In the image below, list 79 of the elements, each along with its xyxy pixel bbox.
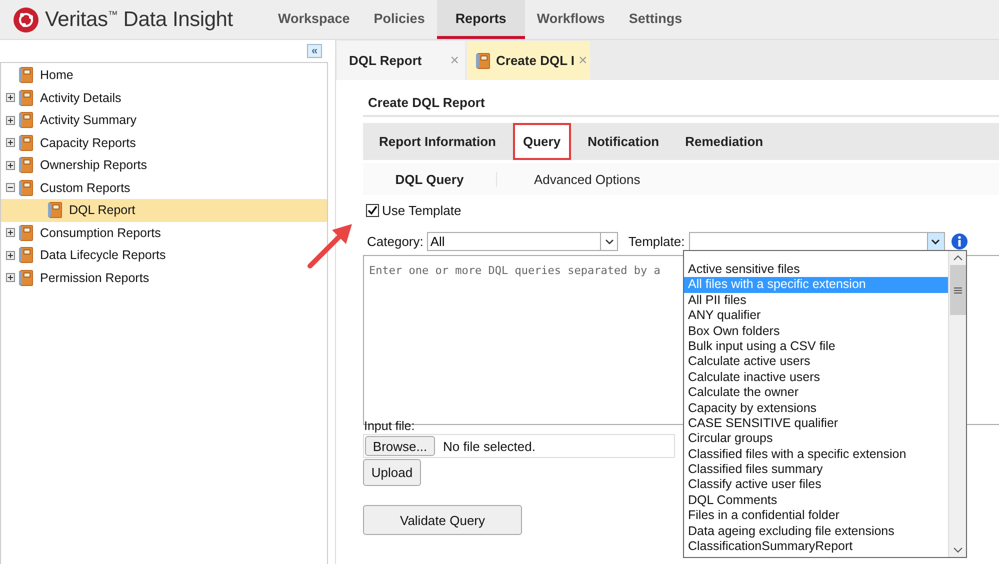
- nav-tab[interactable]: Settings: [616, 0, 694, 39]
- template-select[interactable]: [688, 232, 945, 251]
- expand-icon[interactable]: [6, 116, 15, 125]
- dropdown-option[interactable]: Bulk input using a CSV file: [684, 338, 948, 354]
- dropdown-option[interactable]: Calculate active users: [684, 354, 948, 370]
- book-icon: [18, 134, 35, 152]
- tree-item[interactable]: DQL Report: [1, 199, 327, 222]
- nav-tab[interactable]: Workflows: [524, 0, 617, 39]
- book-icon: [18, 156, 35, 174]
- sub-tab[interactable]: Advanced Options: [497, 172, 678, 186]
- dropdown-option[interactable]: Classified files summary: [684, 462, 948, 478]
- book-icon: [18, 111, 35, 130]
- tab-label: DQL Report: [349, 53, 423, 68]
- dropdown-option[interactable]: Classified files with a specific extension: [684, 446, 948, 462]
- dropdown-option[interactable]: Data ageing excluding file extensions: [684, 524, 948, 540]
- dropdown-option[interactable]: ClassificationSummaryReport: [684, 539, 948, 554]
- dropdown-option[interactable]: DQL Comments: [684, 492, 948, 508]
- dropdown-option[interactable]: Classify active user files: [684, 477, 948, 493]
- tree-item[interactable]: Home: [1, 64, 327, 86]
- tab-label: Create DQL I: [496, 53, 575, 68]
- dropdown-option[interactable]: ANY qualifier: [684, 308, 948, 324]
- logo-icon: [13, 6, 39, 32]
- dropdown-option[interactable]: All PII files: [684, 292, 948, 308]
- checkbox-label: Use Template: [382, 203, 462, 218]
- nav-tab[interactable]: Workspace: [266, 0, 362, 39]
- book-icon: [18, 246, 35, 264]
- scrollbar[interactable]: [948, 251, 966, 557]
- upload-button[interactable]: Upload: [363, 459, 421, 486]
- validate-query-button[interactable]: Validate Query: [363, 505, 522, 535]
- file-input[interactable]: Browse... No file selected.: [363, 434, 675, 458]
- book-icon: [18, 178, 35, 197]
- tree-item[interactable]: Activity Details: [1, 86, 327, 109]
- chevron-down-icon: [604, 238, 614, 244]
- dropdown-option[interactable]: Capacity by extensions: [684, 400, 948, 416]
- checkbox[interactable]: [366, 204, 379, 217]
- expand-icon[interactable]: [6, 250, 15, 260]
- chevron-down-icon: [931, 238, 940, 244]
- dropdown-option[interactable]: Box Own folders: [684, 324, 948, 339]
- field-label: Category:: [367, 234, 424, 249]
- info-icon[interactable]: [950, 233, 968, 250]
- tree-item[interactable]: Custom Reports: [1, 176, 327, 199]
- dropdown-option[interactable]: Files in a confidential folder: [684, 508, 948, 524]
- document-tab[interactable]: Create DQL I ×: [467, 41, 590, 80]
- tree-item[interactable]: Activity Summary: [1, 109, 327, 132]
- expand-icon[interactable]: [6, 160, 15, 170]
- document-tab[interactable]: DQL Report ×: [337, 41, 465, 80]
- nav-tab[interactable]: Policies: [362, 0, 437, 39]
- grip-icon: [954, 286, 962, 294]
- expand-icon[interactable]: [6, 228, 15, 238]
- book-icon: [47, 201, 64, 220]
- form-tab[interactable]: Report Information: [370, 134, 505, 149]
- dropdown-option[interactable]: Active sensitive files: [684, 262, 948, 278]
- category-select[interactable]: All: [427, 232, 618, 251]
- collapse-icon[interactable]: [6, 183, 15, 192]
- tree-item[interactable]: Permission Reports: [1, 266, 327, 289]
- app-title: Veritas$^{™}$ Data Insight: [45, 8, 233, 32]
- sub-tab[interactable]: DQL Query: [363, 172, 497, 186]
- nav-tab[interactable]: Reports: [436, 0, 525, 39]
- book-icon: [18, 66, 35, 84]
- tree-item[interactable]: Consumption Reports: [1, 222, 327, 244]
- dropdown-option[interactable]: Calculate inactive users: [684, 370, 948, 386]
- form-tab[interactable]: Notification: [578, 134, 668, 149]
- tree-item[interactable]: Data Lifecycle Reports: [1, 244, 327, 266]
- book-icon: [18, 88, 35, 107]
- dropdown-option[interactable]: Calculate the owner: [684, 385, 948, 401]
- expand-icon[interactable]: [6, 138, 15, 148]
- dropdown-option[interactable]: Circular groups: [684, 431, 948, 447]
- tree-item[interactable]: Capacity Reports: [1, 132, 327, 154]
- tree-item[interactable]: Ownership Reports: [1, 154, 327, 176]
- form-tab[interactable]: Remediation: [676, 134, 772, 149]
- book-icon: [18, 268, 35, 287]
- form-title: Create DQL Report: [363, 80, 999, 117]
- expand-icon[interactable]: [6, 93, 15, 102]
- book-icon: [18, 224, 35, 242]
- field-label: Template:: [628, 234, 685, 249]
- browse-button[interactable]: Browse...: [365, 436, 435, 456]
- expand-icon[interactable]: [6, 273, 15, 282]
- collapse-button[interactable]: «: [307, 44, 322, 58]
- form-tab[interactable]: Query: [513, 123, 571, 160]
